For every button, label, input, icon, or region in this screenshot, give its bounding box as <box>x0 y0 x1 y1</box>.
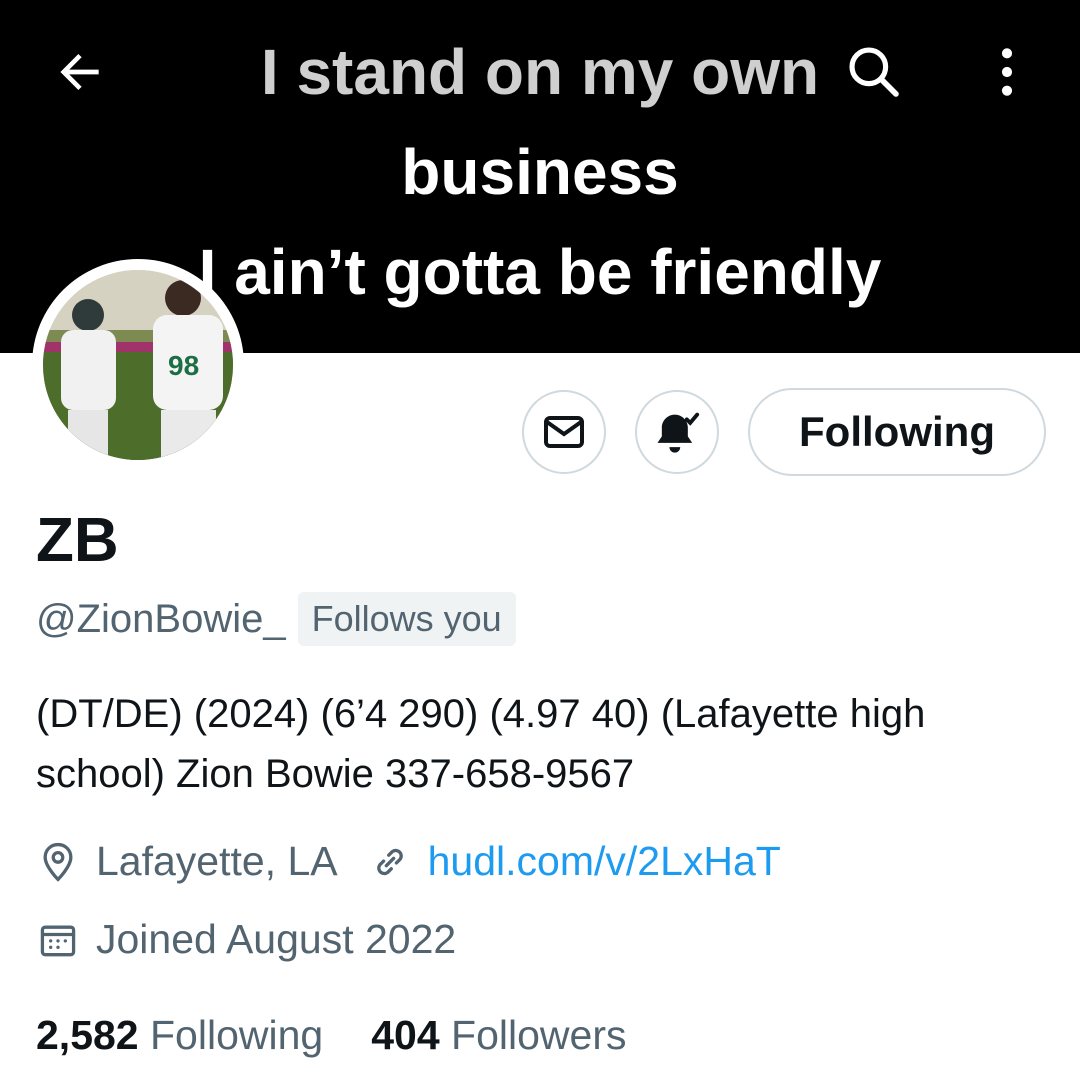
arrow-left-icon <box>60 54 99 90</box>
followers-count: 404 <box>371 1012 440 1058</box>
search-icon <box>849 47 899 97</box>
following-count: 2,582 <box>36 1012 139 1058</box>
website-link[interactable]: hudl.com/v/2LxHaT <box>428 838 781 885</box>
message-button[interactable] <box>522 390 606 474</box>
location-pin-icon <box>43 842 73 882</box>
following-label: Following <box>150 1012 324 1058</box>
location-text: Lafayette, LA <box>96 838 338 884</box>
calendar-icon <box>40 925 76 956</box>
display-name: ZB <box>36 506 119 575</box>
profile-stats: 2,582 Following 404 Followers <box>36 1012 674 1059</box>
more-options-button[interactable] <box>975 40 1039 104</box>
handle-row: @ZionBowie_ Follows you <box>36 592 516 646</box>
username-handle: @ZionBowie_ <box>36 596 286 641</box>
more-vertical-icon <box>1001 48 1013 96</box>
followers-stat[interactable]: 404 Followers <box>371 1012 626 1059</box>
avatar-photo: 98 <box>43 270 233 460</box>
profile-bio: (DT/DE) (2024) (6’4 290) (4.97 40) (Lafa… <box>36 692 926 796</box>
svg-text:98: 98 <box>168 350 199 381</box>
joined-row: Joined August 2022 <box>36 916 456 963</box>
joined-date: Joined August 2022 <box>96 916 457 962</box>
notifications-button[interactable] <box>635 390 719 474</box>
following-stat[interactable]: 2,582 Following <box>36 1012 323 1059</box>
search-button[interactable] <box>842 40 906 104</box>
follows-you-badge: Follows you <box>297 592 516 646</box>
banner-line-2: business <box>401 136 679 208</box>
followers-label: Followers <box>451 1012 627 1058</box>
profile-meta-row: Lafayette, LA hudl.com/v/2LxHaT <box>36 838 781 885</box>
bell-check-icon <box>657 412 700 453</box>
profile-avatar[interactable]: 98 <box>32 259 244 471</box>
back-button[interactable] <box>48 40 112 104</box>
envelope-icon <box>544 416 584 448</box>
following-button[interactable]: Following <box>748 388 1046 476</box>
banner-line-1: I stand on my own <box>260 36 820 108</box>
avatar-illustration: 98 <box>43 270 233 460</box>
link-icon <box>376 848 403 875</box>
